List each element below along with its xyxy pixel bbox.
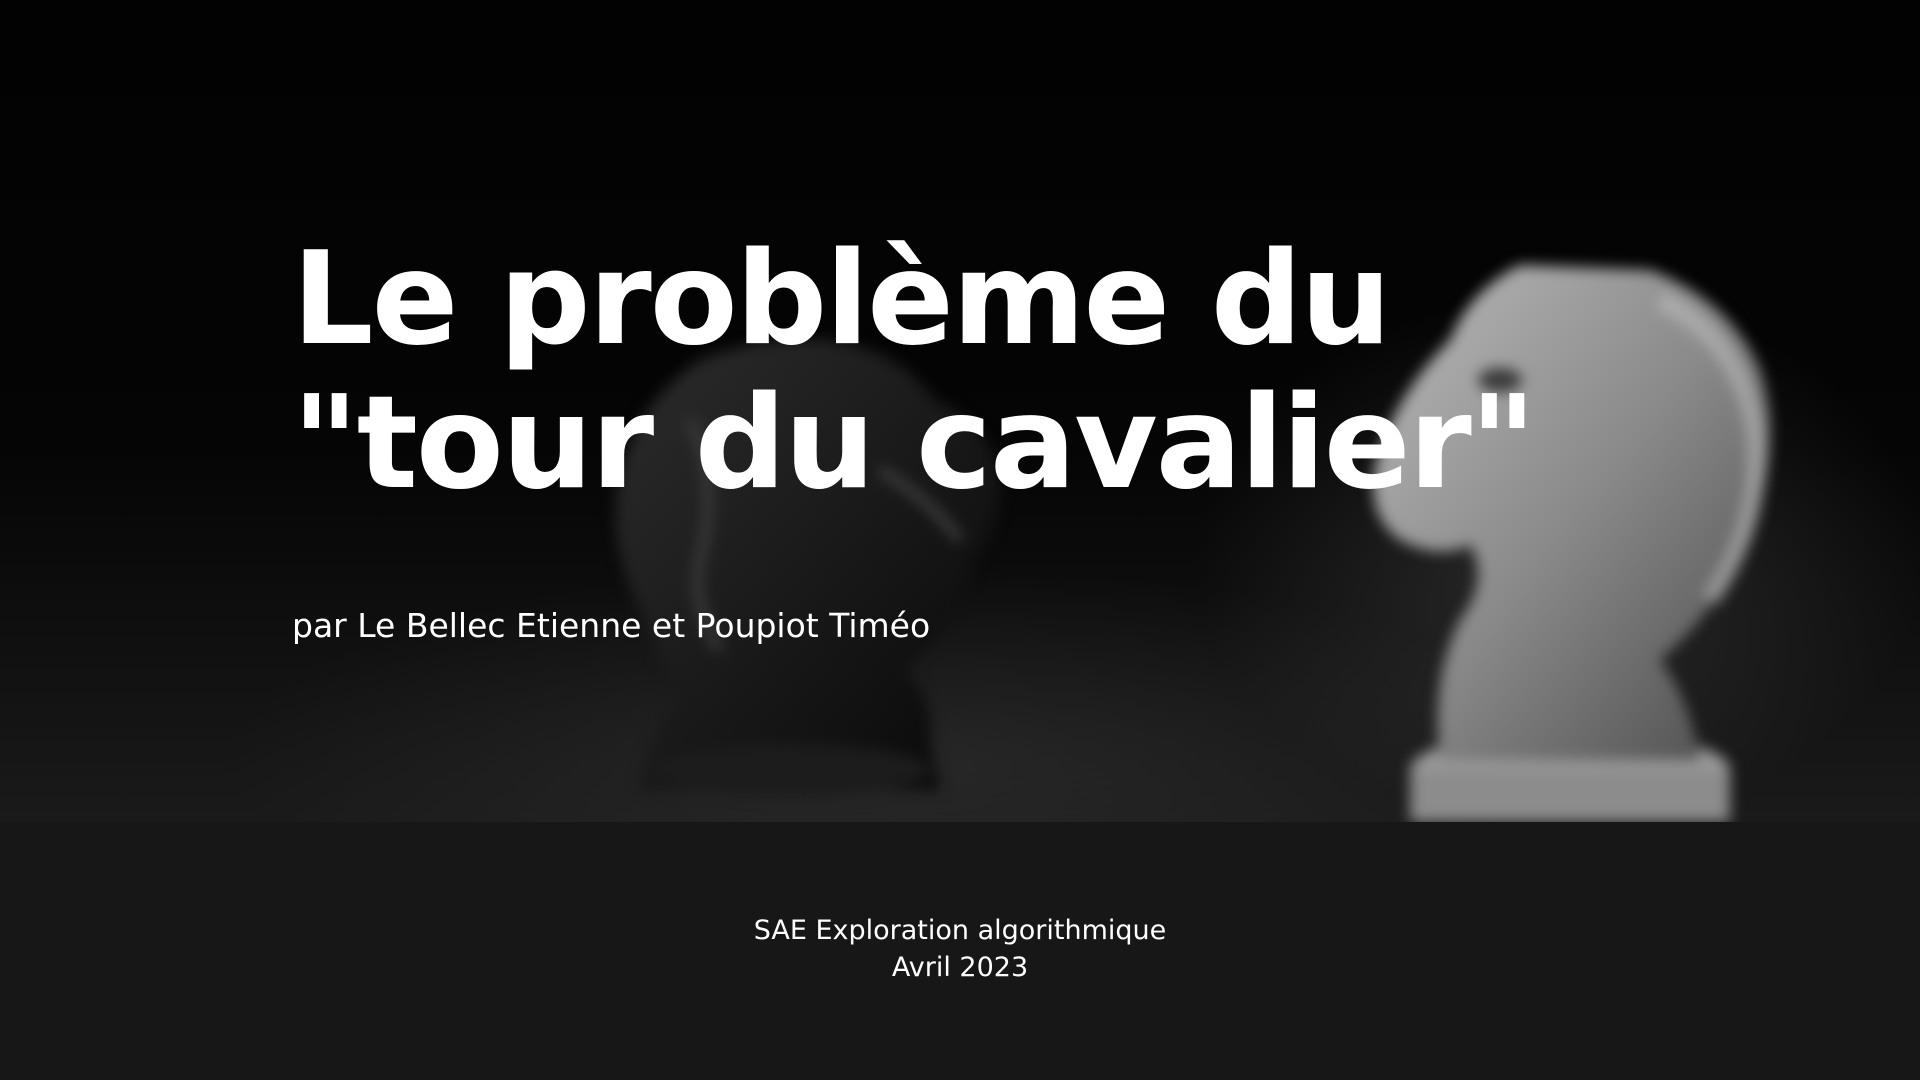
title-line-2: "tour du cavalier" bbox=[292, 369, 1536, 518]
footer-text: SAE Exploration algorithmique Avril 2023 bbox=[0, 912, 1920, 986]
slide-title: Le problème du "tour du cavalier" bbox=[292, 225, 1536, 518]
slide: Le problème du "tour du cavalier" par Le… bbox=[0, 0, 1920, 1080]
authors-subtitle: par Le Bellec Etienne et Poupiot Timéo bbox=[292, 606, 931, 645]
footer-course: SAE Exploration algorithmique bbox=[753, 915, 1167, 946]
footer-date: Avril 2023 bbox=[891, 952, 1029, 983]
title-line-1: Le problème du bbox=[292, 225, 1391, 374]
